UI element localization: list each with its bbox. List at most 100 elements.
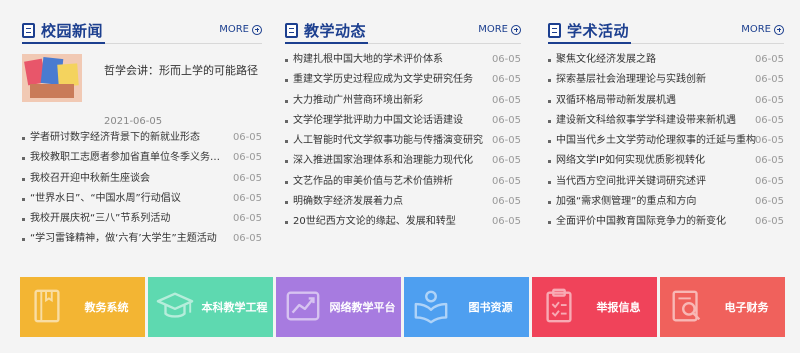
list-item[interactable]: 建设新文科给叙事学学科建设带来新机遇 06-05 <box>548 111 784 131</box>
list-item[interactable]: 我校教职工志愿者参加省直单位冬季义务献血活动 06-05 <box>22 148 262 168</box>
item-date: 06-05 <box>754 155 784 167</box>
plus-circle-icon <box>774 24 784 35</box>
item-date: 06-05 <box>491 54 521 65</box>
item-title[interactable]: 构建扎根中国大地的学术评价体系 <box>293 50 493 70</box>
item-date: 06-05 <box>491 216 521 228</box>
item-date: 06-05 <box>232 152 262 164</box>
list-item[interactable]: 深入推进国家治理体系和治理能力现代化 06-05 <box>285 151 521 171</box>
more-label: MORE <box>219 24 249 35</box>
list-item[interactable]: 重建文学历史过程应成为文学史研究任务 06-05 <box>285 70 521 90</box>
list-item[interactable]: “世界水日”、“中国水周”行动倡议 06-05 <box>22 189 262 209</box>
column-title-wrap: 教学动态 <box>285 18 369 44</box>
item-date: 06-05 <box>491 175 521 187</box>
column-title-wrap: 校园新闻 <box>22 18 106 44</box>
list-item[interactable]: 双循环格局带动新发展机遇 06-05 <box>548 91 784 111</box>
featured-thumbnail[interactable] <box>22 54 82 102</box>
item-title[interactable]: 当代西方空间批评关键词研究述评 <box>556 172 756 192</box>
list-item[interactable]: 我校召开迎中秋新生座谈会 06-05 <box>22 169 262 189</box>
item-title[interactable]: 人工智能时代文学叙事功能与传播演变研究 <box>293 131 493 151</box>
tile-report-info[interactable]: 举报信息 <box>532 277 657 337</box>
document-icon <box>548 22 561 38</box>
item-title[interactable]: “世界水日”、“中国水周”行动倡议 <box>30 189 226 209</box>
more-link[interactable]: MORE <box>741 24 784 35</box>
item-title[interactable]: 文艺作品的审美价值与艺术价值辨析 <box>293 172 493 192</box>
item-date: 06-05 <box>232 172 262 184</box>
item-date: 06-05 <box>754 74 784 86</box>
plus-circle-icon <box>511 24 521 35</box>
item-date: 06-05 <box>491 135 521 147</box>
more-label: MORE <box>741 24 771 35</box>
list-item[interactable]: 构建扎根中国大地的学术评价体系 06-05 <box>285 50 521 70</box>
tile-library-resources[interactable]: 图书资源 <box>404 277 529 337</box>
graduation-cap-icon <box>156 292 194 318</box>
item-title[interactable]: “学习雷锋精神，做‘六有’大学生”主题活动 <box>30 229 226 249</box>
item-title[interactable]: 建设新文科给叙事学学科建设带来新机遇 <box>556 111 756 131</box>
item-title[interactable]: 我校教职工志愿者参加省直单位冬季义务献血活动 <box>30 148 226 168</box>
item-date: 06-05 <box>491 114 521 126</box>
tile-label: 举报信息 <box>596 301 641 314</box>
item-title[interactable]: 20世纪西方文论的缘起、发展和转型 <box>293 212 493 232</box>
tile-label: 电子财务 <box>724 301 769 314</box>
list-item[interactable]: 学者研讨数字经济背景下的新就业形态 06-05 <box>22 128 262 148</box>
growth-chart-icon <box>286 291 320 321</box>
list-item[interactable]: 中国当代乡土文学劳动伦理叙事的迁延与重构 06-05 <box>548 131 784 151</box>
more-link[interactable]: MORE <box>478 24 521 35</box>
item-date: 06-05 <box>491 155 521 167</box>
list-item[interactable]: 明确数字经济发展着力点 06-05 <box>285 192 521 212</box>
featured-news[interactable]: 哲学会讲：形而上学的可能路径 2021-06-05 <box>22 54 262 128</box>
item-title[interactable]: 大力推动广州营商环境出新彩 <box>293 91 493 111</box>
item-date: 06-05 <box>491 196 521 208</box>
tile-academic-system[interactable]: 教务系统 <box>20 277 145 337</box>
item-date: 06-05 <box>754 196 784 208</box>
tile-label: 教务系统 <box>84 301 129 314</box>
item-title[interactable]: 网络文学IP如何实现优质影视转化 <box>556 151 756 171</box>
plus-circle-icon <box>252 24 262 35</box>
item-date: 06-05 <box>491 74 521 86</box>
item-title[interactable]: 文学伦理学批评助力中国文论话语建设 <box>293 111 493 131</box>
item-title[interactable]: 我校召开迎中秋新生座谈会 <box>30 169 226 189</box>
item-date: 06-05 <box>232 213 262 225</box>
item-title[interactable]: 探索基层社会治理理论与实践创新 <box>556 70 756 90</box>
list-item[interactable]: 20世纪西方文论的缘起、发展和转型 06-05 <box>285 212 521 232</box>
more-link[interactable]: MORE <box>219 24 262 35</box>
list-item[interactable]: 当代西方空间批评关键词研究述评 06-05 <box>548 172 784 192</box>
item-title[interactable]: 深入推进国家治理体系和治理能力现代化 <box>293 151 493 171</box>
document-search-icon <box>672 290 701 322</box>
item-title[interactable]: 中国当代乡土文学劳动伦理叙事的迁延与重构 <box>556 131 756 151</box>
tile-electronic-finance[interactable]: 电子财务 <box>660 277 785 337</box>
list-item[interactable]: 大力推动广州营商环境出新彩 06-05 <box>285 91 521 111</box>
item-date: 06-05 <box>232 132 262 143</box>
list-item[interactable]: 聚焦文化经济发展之路 06-05 <box>548 50 784 70</box>
item-title[interactable]: 加强“需求侧管理”的重点和方向 <box>556 192 756 212</box>
tile-online-teaching[interactable]: 网络教学平台 <box>276 277 401 337</box>
item-date: 06-05 <box>232 192 262 204</box>
list-item[interactable]: 我校开展庆祝“三八”节系列活动 06-05 <box>22 209 262 229</box>
document-icon <box>285 22 298 38</box>
list-item[interactable]: 全面评价中国教育国际竞争力的新变化 06-05 <box>548 212 784 232</box>
item-title[interactable]: 重建文学历史过程应成为文学史研究任务 <box>293 70 493 90</box>
list-item[interactable]: 文艺作品的审美价值与艺术价值辨析 06-05 <box>285 172 521 192</box>
list-item[interactable]: 人工智能时代文学叙事功能与传播演变研究 06-05 <box>285 131 521 151</box>
list-item[interactable]: 加强“需求侧管理”的重点和方向 06-05 <box>548 192 784 212</box>
item-title[interactable]: 明确数字经济发展着力点 <box>293 192 493 212</box>
tile-label: 网络教学平台 <box>329 301 396 314</box>
tile-label: 本科教学工程 <box>201 301 268 314</box>
item-date: 06-05 <box>754 94 784 106</box>
tile-label: 图书资源 <box>468 301 513 314</box>
tile-undergrad-project[interactable]: 本科教学工程 <box>148 277 273 337</box>
column-campus-news: 校园新闻 MORE 哲学会讲：形而上学的可能路径 2021-06-05 学者研讨… <box>22 18 262 248</box>
list-item[interactable]: 文学伦理学批评助力中国文论话语建设 06-05 <box>285 111 521 131</box>
item-title[interactable]: 全面评价中国教育国际竞争力的新变化 <box>556 212 756 232</box>
item-title[interactable]: 学者研讨数字经济背景下的新就业形态 <box>30 128 226 148</box>
list-item[interactable]: 网络文学IP如何实现优质影视转化 06-05 <box>548 151 784 171</box>
reading-icon <box>414 290 448 324</box>
item-title[interactable]: 双循环格局带动新发展机遇 <box>556 91 756 111</box>
item-title[interactable]: 我校开展庆祝“三八”节系列活动 <box>30 209 226 229</box>
quick-links: 教务系统 本科教学工程 网络教学平台 图书资源 举报信息 电子财务 <box>20 277 790 337</box>
item-title[interactable]: 聚焦文化经济发展之路 <box>556 50 756 70</box>
list-item[interactable]: “学习雷锋精神，做‘六有’大学生”主题活动 06-05 <box>22 229 262 249</box>
featured-date: 2021-06-05 <box>104 116 163 127</box>
list-item[interactable]: 探索基层社会治理理论与实践创新 06-05 <box>548 70 784 90</box>
column-title: 校园新闻 <box>41 21 104 40</box>
featured-title[interactable]: 哲学会讲：形而上学的可能路径 <box>104 62 258 78</box>
